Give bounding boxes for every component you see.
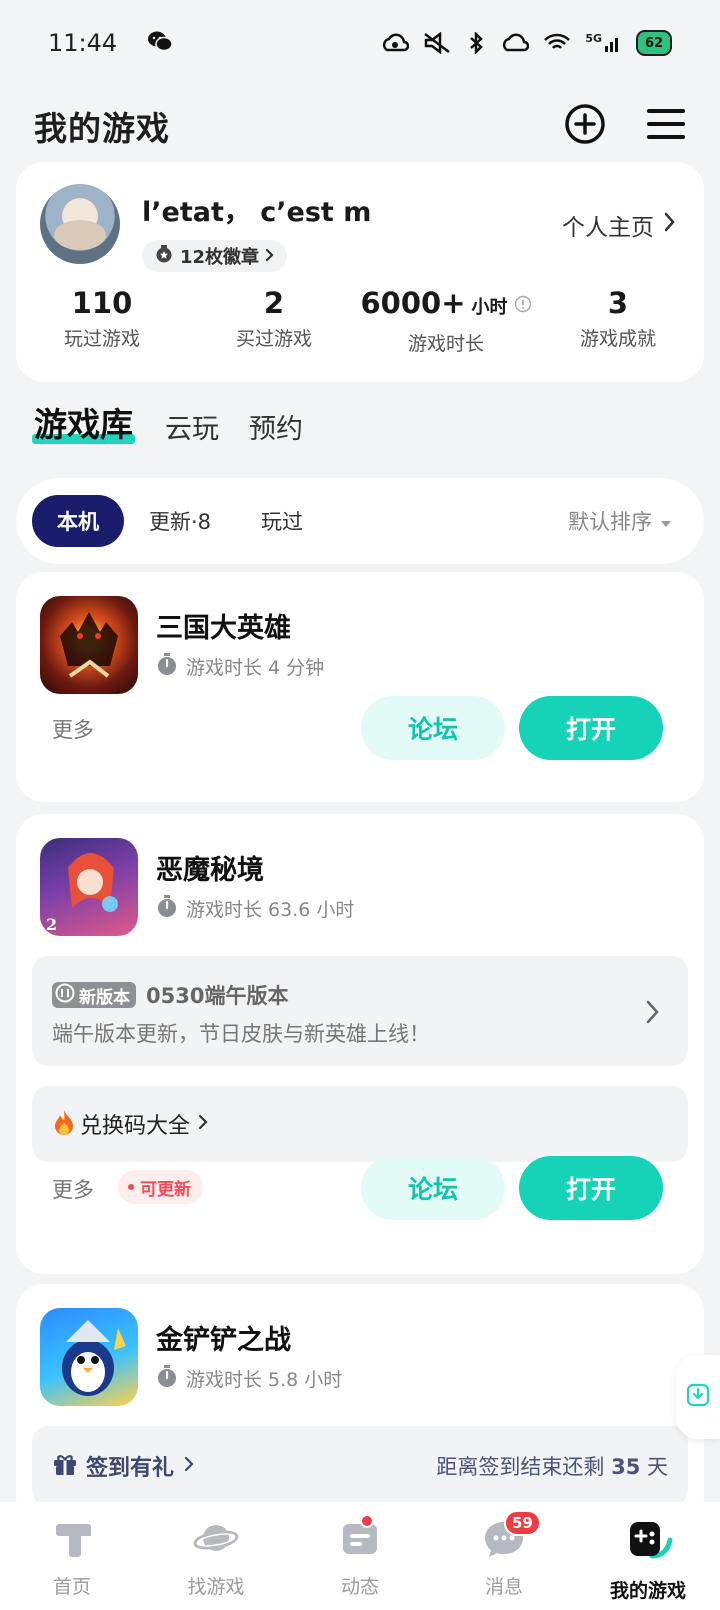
home-icon xyxy=(51,1518,93,1564)
more-button[interactable]: 更多 xyxy=(52,714,94,744)
planet-icon xyxy=(193,1518,239,1564)
badge-pill[interactable]: 12枚徽章 xyxy=(142,240,288,272)
page-title: 我的游戏 xyxy=(34,109,170,148)
chevron-right-icon xyxy=(664,212,676,238)
app-header: 我的游戏 xyxy=(0,86,720,166)
profile-card: l’etat， c’est m 12枚徽章 个人主页 110 玩过游戏 2 买过… xyxy=(16,162,704,382)
version-title: 0530端午版本 xyxy=(146,984,289,1008)
game-card: 2 恶魔秘境 游戏时长 63.6 小时 新版本 0530端午版本 端午版本更新，… xyxy=(16,814,704,1274)
gamepad-icon xyxy=(622,1518,674,1568)
game-card: 金铲铲之战 游戏时长 5.8 小时 签到有礼 距离签到结束还剩 35 天 xyxy=(16,1284,704,1524)
mute-icon xyxy=(423,32,451,54)
stopwatch-icon xyxy=(156,1364,178,1393)
chevron-right-icon xyxy=(646,1000,660,1028)
playtime: 游戏时长 4 分钟 xyxy=(156,652,324,681)
stats-row: 110 玩过游戏 2 买过游戏 6000+ 小时 游戏时长 3 游戏成就 xyxy=(16,284,704,356)
signal-5g-icon: 5G xyxy=(585,32,622,54)
tab-cloud-play[interactable]: 云玩 xyxy=(165,407,219,446)
feed-icon xyxy=(339,1518,381,1564)
playtime: 游戏时长 5.8 小时 xyxy=(156,1364,342,1393)
refresh-icon xyxy=(55,983,75,1008)
playtime: 游戏时长 63.6 小时 xyxy=(156,894,354,923)
filter-played[interactable]: 玩过 xyxy=(236,495,328,547)
version-update-banner[interactable]: 新版本 0530端午版本 端午版本更新，节日皮肤与新英雄上线！ xyxy=(32,956,688,1066)
forum-button[interactable]: 论坛 xyxy=(361,1156,505,1220)
nav-my-games[interactable]: 我的游戏 xyxy=(576,1502,720,1610)
cloud-sync-icon xyxy=(381,32,410,54)
notification-dot xyxy=(360,1514,374,1528)
filter-updates[interactable]: 更新·8 xyxy=(124,495,236,547)
tab-reservations[interactable]: 预约 xyxy=(249,407,303,446)
status-dot xyxy=(128,1184,134,1190)
chevron-right-icon xyxy=(265,246,275,267)
cloud-icon xyxy=(501,32,530,54)
filter-local[interactable]: 本机 xyxy=(32,495,124,547)
battery-icon: 62 xyxy=(636,30,672,56)
open-button[interactable]: 打开 xyxy=(519,1156,663,1220)
badge-count: 12枚徽章 xyxy=(180,247,260,268)
nav-feed[interactable]: 动态 xyxy=(288,1502,432,1610)
homepage-link[interactable]: 个人主页 xyxy=(562,208,676,242)
avatar[interactable] xyxy=(40,184,120,264)
svg-text:2: 2 xyxy=(46,915,57,934)
username: l’etat， c’est m xyxy=(142,197,372,228)
unread-count-badge: 59 xyxy=(504,1510,541,1536)
chevron-right-icon xyxy=(184,1456,194,1476)
checkin-label: 签到有礼 xyxy=(86,1456,175,1481)
checkin-banner[interactable]: 签到有礼 距离签到结束还剩 35 天 xyxy=(32,1426,688,1506)
game-icon[interactable] xyxy=(40,596,138,694)
nav-home[interactable]: 首页 xyxy=(0,1502,144,1610)
game-title[interactable]: 三国大英雄 xyxy=(156,606,291,645)
status-bar: 11:44 5G 62 xyxy=(0,0,720,86)
game-card: 三国大英雄 游戏时长 4 分钟 更多 论坛 打开 xyxy=(16,572,704,802)
forum-button[interactable]: 论坛 xyxy=(361,696,505,760)
add-icon[interactable] xyxy=(564,103,606,149)
open-button[interactable]: 打开 xyxy=(519,696,663,760)
new-version-tag: 新版本 xyxy=(52,982,136,1008)
wifi-icon xyxy=(543,32,571,54)
checkin-countdown: 距离签到结束还剩 35 天 xyxy=(436,1455,668,1479)
stat-played[interactable]: 110 玩过游戏 xyxy=(16,284,188,356)
download-icon xyxy=(686,1383,710,1411)
game-title[interactable]: 金铲铲之战 xyxy=(156,1318,291,1357)
status-time: 11:44 xyxy=(48,29,118,57)
library-tabs: 游戏库 云玩 预约 xyxy=(32,398,303,446)
caret-down-icon xyxy=(660,509,672,533)
game-icon[interactable]: 2 xyxy=(40,838,138,936)
chevron-right-icon xyxy=(198,1114,208,1134)
stopwatch-icon xyxy=(156,894,178,923)
bluetooth-icon xyxy=(465,32,487,54)
nav-messages[interactable]: 59 消息 xyxy=(432,1502,576,1610)
stat-achievements[interactable]: 3 游戏成就 xyxy=(532,284,704,356)
game-icon[interactable] xyxy=(40,1308,138,1406)
update-available-tag[interactable]: 可更新 xyxy=(118,1170,203,1204)
menu-icon[interactable] xyxy=(646,107,686,145)
tab-game-library[interactable]: 游戏库 xyxy=(32,398,135,446)
info-icon[interactable] xyxy=(514,284,532,322)
medal-icon xyxy=(154,244,174,269)
sort-dropdown[interactable]: 默认排序 xyxy=(568,506,672,536)
redeem-code-link[interactable]: 兑换码大全 xyxy=(32,1086,688,1162)
download-manager-button[interactable] xyxy=(676,1355,720,1439)
filter-bar: 本机 更新·8 玩过 默认排序 xyxy=(16,478,704,564)
wechat-icon xyxy=(147,30,173,56)
version-description: 端午版本更新，节日皮肤与新英雄上线！ xyxy=(52,1022,430,1046)
bottom-nav: 首页 找游戏 动态 59 消息 我的游戏 xyxy=(0,1502,720,1610)
fire-icon xyxy=(52,1108,76,1140)
nav-discover[interactable]: 找游戏 xyxy=(144,1502,288,1610)
stat-bought[interactable]: 2 买过游戏 xyxy=(188,284,360,356)
gift-icon xyxy=(52,1451,78,1481)
more-button[interactable]: 更多 xyxy=(52,1174,94,1204)
stat-playtime[interactable]: 6000+ 小时 游戏时长 xyxy=(360,284,532,356)
stopwatch-icon xyxy=(156,652,178,681)
game-title[interactable]: 恶魔秘境 xyxy=(156,848,264,887)
